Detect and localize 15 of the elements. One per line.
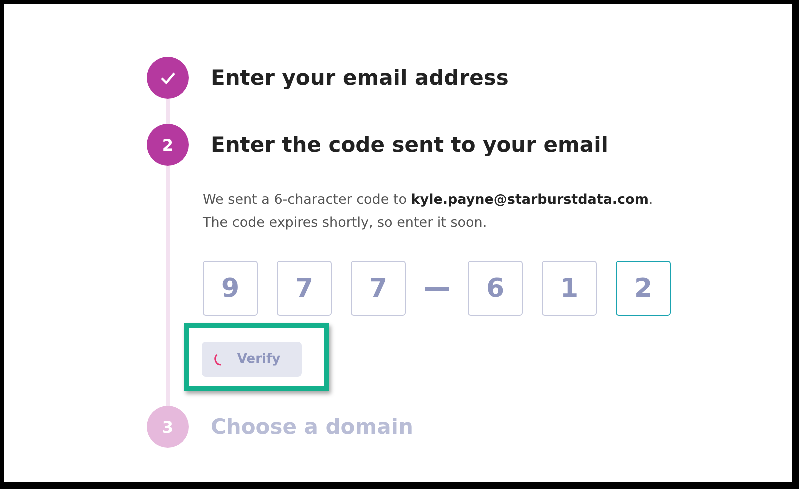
code-digit-field[interactable]: 7: [351, 261, 406, 316]
message-text: We sent a 6-character code to kyle.payne@starburstdata.com.: [203, 191, 654, 210]
step-marker: 3: [147, 406, 189, 448]
step-title: Enter your email address: [211, 65, 509, 92]
code-digit-field[interactable]: 2: [616, 261, 671, 316]
message-text: The code expires shortly, so enter it soon.: [203, 214, 488, 233]
code-digit-field[interactable]: 7: [277, 261, 332, 316]
separator-dash: [425, 286, 449, 290]
code-digit-field[interactable]: 9: [203, 261, 258, 316]
step-title: Enter the code sent to your email: [211, 132, 608, 159]
step-title: Choose a domain: [211, 414, 414, 441]
code-digit-field[interactable]: 6: [468, 261, 523, 316]
verify-button[interactable]: Verify: [202, 342, 302, 377]
code-digit-field[interactable]: 1: [542, 261, 597, 316]
step-marker: 2: [147, 124, 189, 166]
